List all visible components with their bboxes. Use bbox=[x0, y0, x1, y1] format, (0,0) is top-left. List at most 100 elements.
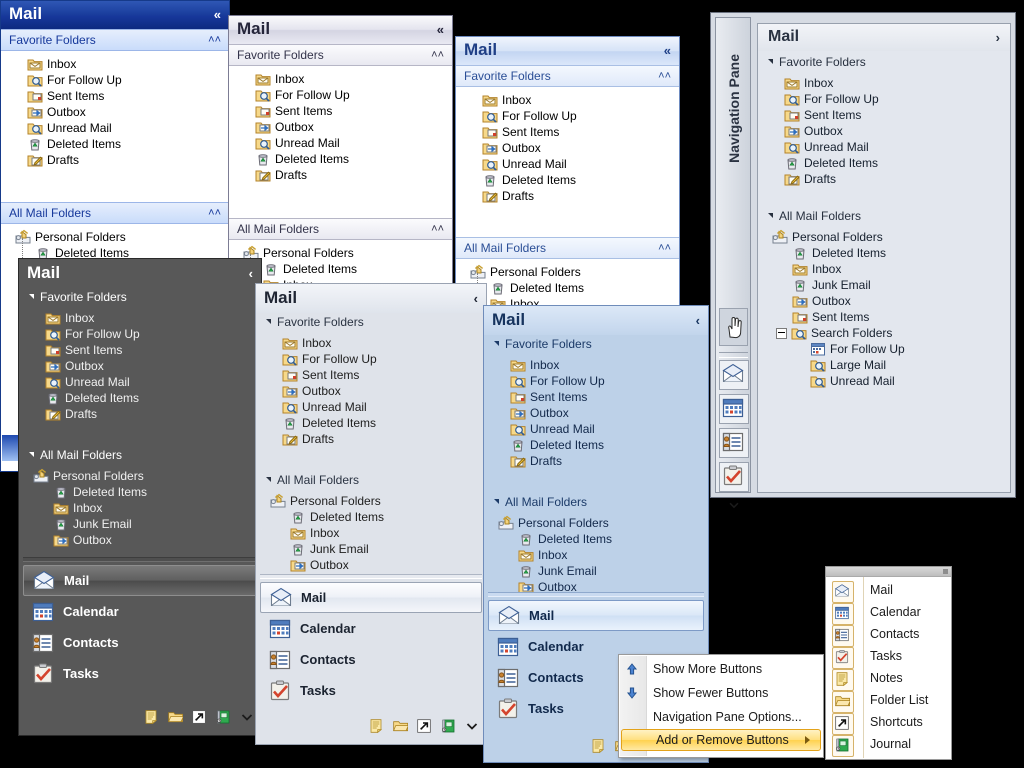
outlook-window-collapsed-rail[interactable]: Navigation Pane Mail › Favorite Folders … bbox=[710, 12, 1016, 509]
all-mail-folders-header[interactable]: All Mail Folders bbox=[484, 493, 708, 510]
favorite-folders-header[interactable]: Favorite Folders ˄˄ bbox=[456, 65, 679, 87]
collapsed-navigation-rail[interactable]: Navigation Pane bbox=[715, 17, 752, 509]
rail-button-calendar[interactable] bbox=[716, 392, 752, 426]
folder-row[interactable]: Deleted Items bbox=[1, 136, 229, 152]
folder-row[interactable]: Outbox bbox=[19, 358, 261, 374]
folder-row[interactable]: For Follow Up bbox=[229, 87, 452, 103]
folder-row[interactable]: Outbox bbox=[758, 293, 1010, 309]
folder-row[interactable]: Unread Mail bbox=[456, 156, 679, 172]
module-button-calendar[interactable]: Calendar bbox=[260, 613, 482, 644]
folder-row[interactable]: Junk Email bbox=[256, 541, 486, 557]
all-mail-folders-header[interactable]: All Mail Folders ˄˄ bbox=[1, 202, 229, 224]
folder-row[interactable]: Unread Mail bbox=[758, 373, 1010, 389]
folder-row[interactable]: Deleted Items bbox=[19, 390, 261, 406]
small-module-button-notes[interactable] bbox=[143, 709, 159, 725]
folder-row[interactable]: Drafts bbox=[758, 171, 1010, 187]
folder-row[interactable]: Unread Mail bbox=[229, 135, 452, 151]
folder-row[interactable]: Unread Mail bbox=[758, 139, 1010, 155]
folder-row[interactable]: Outbox bbox=[256, 557, 486, 573]
folder-row[interactable]: Outbox bbox=[19, 532, 261, 548]
small-module-button-notes[interactable] bbox=[368, 718, 384, 734]
nav-pane-dark[interactable]: Mail ‹ Favorite Folders Inbox For Follow … bbox=[18, 258, 262, 736]
module-button-calendar[interactable]: Calendar bbox=[23, 596, 257, 627]
folder-row[interactable]: For Follow Up bbox=[484, 373, 708, 389]
folder-row[interactable]: Drafts bbox=[484, 453, 708, 469]
folder-row[interactable]: Deleted Items bbox=[484, 437, 708, 453]
folder-row[interactable]: For Follow Up bbox=[19, 326, 261, 342]
folder-row[interactable]: Deleted Items bbox=[256, 509, 486, 525]
folder-row[interactable]: Deleted Items bbox=[19, 484, 261, 500]
folder-row[interactable]: Deleted Items bbox=[758, 245, 1010, 261]
all-mail-folders-header[interactable]: All Mail Folders bbox=[758, 207, 1010, 224]
folder-row[interactable]: Personal Folders bbox=[456, 264, 679, 280]
folder-row[interactable]: Unread Mail bbox=[484, 421, 708, 437]
folder-row[interactable]: For Follow Up bbox=[758, 91, 1010, 107]
favorite-folders-header[interactable]: Favorite Folders bbox=[256, 313, 486, 330]
favorite-folders-header[interactable]: Favorite Folders bbox=[19, 288, 261, 305]
small-module-button-configure[interactable] bbox=[464, 718, 480, 734]
folder-row[interactable]: Sent Items bbox=[19, 342, 261, 358]
folder-row[interactable]: Sent Items bbox=[1, 88, 229, 104]
chevron-up-icon[interactable]: ˄˄ bbox=[208, 207, 221, 219]
folder-row[interactable]: Outbox bbox=[1, 104, 229, 120]
folder-row[interactable]: Inbox bbox=[758, 75, 1010, 91]
small-module-button-shortcuts[interactable] bbox=[416, 718, 432, 734]
folder-row[interactable]: Unread Mail bbox=[19, 374, 261, 390]
module-button-contacts[interactable]: Contacts bbox=[260, 644, 482, 675]
submenu-item[interactable]: Mail bbox=[826, 579, 951, 603]
favorite-folders-header[interactable]: Favorite Folders ˄˄ bbox=[1, 29, 229, 51]
folder-row[interactable]: Drafts bbox=[19, 406, 261, 422]
folder-row[interactable]: Deleted Items bbox=[229, 261, 452, 277]
collapse-pane-icon[interactable]: ‹ bbox=[474, 292, 478, 305]
small-module-button-configure[interactable] bbox=[239, 709, 255, 725]
folder-row[interactable]: Large Mail bbox=[758, 357, 1010, 373]
chevron-up-icon[interactable]: ˄˄ bbox=[431, 49, 444, 61]
folder-row[interactable]: Search Folders bbox=[758, 325, 1010, 341]
folder-row[interactable]: Junk Email bbox=[758, 277, 1010, 293]
context-menu-item[interactable]: Show More Buttons bbox=[619, 657, 823, 681]
rail-button-contacts[interactable] bbox=[716, 426, 752, 460]
rail-button-mail[interactable] bbox=[716, 358, 752, 392]
submenu-item[interactable]: Notes bbox=[826, 667, 951, 691]
context-menu-item[interactable]: Show Fewer Buttons bbox=[619, 681, 823, 705]
folder-row[interactable]: Deleted Items bbox=[229, 151, 452, 167]
small-module-button-journal[interactable] bbox=[215, 709, 231, 725]
collapse-pane-icon[interactable]: ‹ bbox=[249, 267, 253, 280]
folder-row[interactable]: For Follow Up bbox=[1, 72, 229, 88]
nav-pane-grey[interactable]: Mail ‹ Favorite Folders Inbox For Follow … bbox=[255, 283, 487, 745]
small-module-button-folder-list[interactable] bbox=[392, 718, 408, 734]
submenu-item[interactable]: Contacts bbox=[826, 623, 951, 647]
folder-row[interactable]: Sent Items bbox=[758, 309, 1010, 325]
chevron-up-icon[interactable]: ˄˄ bbox=[658, 70, 671, 82]
collapse-pane-icon[interactable]: ‹ bbox=[696, 314, 700, 327]
folder-row[interactable]: Sent Items bbox=[256, 367, 486, 383]
folder-row[interactable]: Drafts bbox=[256, 431, 486, 447]
folder-row[interactable]: For Follow Up bbox=[256, 351, 486, 367]
collapse-pane-icon[interactable]: « bbox=[214, 8, 221, 21]
folder-row[interactable]: Personal Folders bbox=[229, 245, 452, 261]
folder-row[interactable]: For Follow Up bbox=[758, 341, 1010, 357]
folder-row[interactable]: Deleted Items bbox=[484, 531, 708, 547]
folder-row[interactable]: Inbox bbox=[484, 357, 708, 373]
nav-pane-lightblue[interactable]: Mail « Favorite Folders ˄˄ Inbox For Foll… bbox=[455, 36, 680, 316]
folder-row[interactable]: Inbox bbox=[256, 335, 486, 351]
folder-row[interactable]: Personal Folders bbox=[758, 229, 1010, 245]
submenu-item[interactable]: Shortcuts bbox=[826, 711, 951, 735]
folder-row[interactable]: Sent Items bbox=[484, 389, 708, 405]
navigation-pane-context-menu[interactable]: Show More Buttons Show Fewer Buttons Navig… bbox=[618, 654, 824, 758]
folder-row[interactable]: Junk Email bbox=[484, 563, 708, 579]
chevron-up-icon[interactable]: ˄˄ bbox=[431, 223, 444, 235]
folder-row[interactable]: Sent Items bbox=[456, 124, 679, 140]
favorite-folders-header[interactable]: Favorite Folders bbox=[758, 53, 1010, 70]
all-mail-folders-header[interactable]: All Mail Folders ˄˄ bbox=[456, 237, 679, 259]
mail-folder-pane[interactable]: Mail › Favorite Folders Inbox For Follow … bbox=[757, 23, 1011, 493]
submenu-item[interactable]: Tasks bbox=[826, 645, 951, 669]
folder-row[interactable]: Junk Email bbox=[19, 516, 261, 532]
folder-row[interactable]: Inbox bbox=[484, 547, 708, 563]
folder-row[interactable]: Outbox bbox=[758, 123, 1010, 139]
module-button-mail[interactable]: Mail bbox=[488, 600, 704, 631]
folder-row[interactable]: Outbox bbox=[229, 119, 452, 135]
pane-splitter[interactable] bbox=[488, 592, 704, 597]
folder-row[interactable]: Unread Mail bbox=[256, 399, 486, 415]
folder-row[interactable]: Personal Folders bbox=[1, 229, 229, 245]
